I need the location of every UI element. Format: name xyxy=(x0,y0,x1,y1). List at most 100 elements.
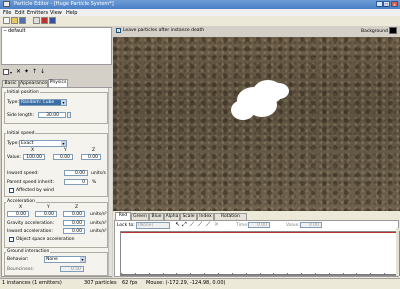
leave-particles-checkbox[interactable]: ✓ xyxy=(116,28,121,33)
graph-tick xyxy=(163,273,164,275)
graph-tick xyxy=(301,273,302,275)
background-color-swatch[interactable] xyxy=(389,27,397,34)
lock-to-select[interactable]: (None) xyxy=(136,222,170,229)
particle-cloud xyxy=(247,93,277,117)
add-point-icon[interactable]: ⤢ xyxy=(182,222,187,228)
inward-accel-input[interactable]: 0.00 xyxy=(63,228,85,234)
speed-x-input[interactable]: 100.00 xyxy=(23,154,45,160)
graph-tab-index[interactable]: Index xyxy=(197,213,214,220)
emitter-icon[interactable] xyxy=(41,17,48,24)
new-file-icon[interactable] xyxy=(3,17,10,24)
minimize-button[interactable]: _ xyxy=(376,1,383,7)
tab-basic[interactable]: Basic xyxy=(2,80,19,87)
particle-viewport[interactable] xyxy=(113,37,400,211)
background-label: Background xyxy=(361,29,388,34)
accel-x-input[interactable]: 0.00 xyxy=(7,211,29,217)
graph-tick xyxy=(384,273,385,275)
graph-tick xyxy=(273,273,274,275)
inward-speed-unit: units/s xyxy=(91,171,106,176)
graph-tick xyxy=(149,273,150,275)
time-input[interactable]: 0.00 xyxy=(248,222,270,228)
speed-axis-z: Z xyxy=(92,148,96,153)
close-button[interactable]: x xyxy=(391,1,398,7)
curve-smooth-icon[interactable]: ⟋ xyxy=(206,222,210,228)
graph-tab-scale[interactable]: Scale xyxy=(180,213,197,220)
accel-z-input[interactable]: 0.00 xyxy=(63,211,85,217)
curve-plot[interactable] xyxy=(120,231,400,276)
affected-by-wind-checkbox[interactable] xyxy=(9,188,14,193)
speed-axis-x: X xyxy=(31,148,35,153)
delete-point-icon[interactable]: ✕ xyxy=(214,222,219,228)
window-title: Particle Editor - [Huge Particle System*… xyxy=(14,1,114,7)
tree-expander-icon[interactable]: − xyxy=(3,28,7,34)
gravity-input[interactable]: 0.00 xyxy=(63,220,85,226)
emitter-tool-icon[interactable]: ✦ xyxy=(24,69,29,75)
graph-tick xyxy=(135,273,136,275)
status-particles: 307 particles xyxy=(84,280,117,286)
side-length-input[interactable]: 30.00 xyxy=(38,112,66,118)
app-icon xyxy=(3,1,10,7)
curve-line xyxy=(121,232,399,233)
accel-axis-y: Y xyxy=(47,205,50,210)
graph-tab-green[interactable]: Green xyxy=(131,213,149,220)
open-folder-icon[interactable] xyxy=(11,17,18,24)
add-emitter-icon[interactable] xyxy=(3,69,9,75)
affected-by-wind-label: Affected by wind xyxy=(16,188,54,193)
graph-scrollbar[interactable] xyxy=(396,228,399,276)
graph-tab-rotation-speed[interactable]: Rotation speed xyxy=(214,213,247,225)
chevron-down-icon[interactable]: ▾ xyxy=(61,141,66,146)
speed-z-input[interactable]: 0.00 xyxy=(81,154,101,160)
object-space-checkbox[interactable] xyxy=(9,237,14,242)
save-icon[interactable] xyxy=(19,17,26,24)
tab-physics[interactable]: Physics xyxy=(48,79,68,87)
maximize-button[interactable]: □ xyxy=(383,1,390,7)
graph-tick xyxy=(232,273,233,275)
accel-unit: units/s² xyxy=(90,212,107,217)
lock-to-label: Lock to: xyxy=(117,223,135,228)
dropdown-arrow-icon[interactable]: ▾ xyxy=(10,70,12,75)
speed-type-select[interactable]: Exact xyxy=(19,140,67,147)
speed-axis-y: Y xyxy=(64,148,67,153)
delete-emitter-icon[interactable]: ✕ xyxy=(16,69,21,75)
curve-linear-icon[interactable]: ⟋ xyxy=(190,222,194,228)
tab-appearance[interactable]: Appearance xyxy=(19,80,48,87)
speed-type-label: Type: xyxy=(7,141,19,146)
bounciness-input[interactable]: 0.50 xyxy=(60,266,84,272)
initial-speed-title: Initial speed xyxy=(6,131,36,136)
curve-step-icon[interactable]: ⟋ xyxy=(198,222,202,228)
gravity-unit: units/s² xyxy=(90,221,107,226)
accel-y-input[interactable]: 0.00 xyxy=(35,211,57,217)
graph-tab-red[interactable]: Red xyxy=(115,212,131,220)
status-mouse: Mouse: (-172.29, -124.98, 0.00) xyxy=(146,280,226,286)
speed-value-label: Value: xyxy=(7,155,21,160)
inward-accel-unit: units/s² xyxy=(90,229,107,234)
position-type-select[interactable]: Random: Cube xyxy=(19,99,67,106)
move-down-icon[interactable]: ↓ xyxy=(40,69,45,75)
move-up-icon[interactable]: ↑ xyxy=(32,69,37,75)
background-icon[interactable] xyxy=(49,17,56,24)
graph-tick xyxy=(370,273,371,275)
graph-tab-blue[interactable]: Blue xyxy=(149,213,164,220)
inward-accel-label: Inward acceleration: xyxy=(7,229,53,234)
position-type-label: Type: xyxy=(7,100,19,105)
parent-inherit-label: Parent speed inherit: xyxy=(7,180,54,185)
object-space-label: Object space acceleration xyxy=(16,237,75,242)
chevron-down-icon[interactable]: ▾ xyxy=(61,100,66,105)
graph-tab-alpha[interactable]: Alpha xyxy=(164,213,180,220)
chevron-down-icon[interactable]: ▾ xyxy=(80,257,85,262)
ground-title: Ground interaction xyxy=(6,249,51,254)
value-input[interactable]: 0.00 xyxy=(300,222,322,228)
value-label: Value: xyxy=(286,223,300,228)
graph-tick xyxy=(287,273,288,275)
side-length-spinner[interactable] xyxy=(67,112,71,118)
graph-tick xyxy=(190,273,191,275)
side-length-label: Side length: xyxy=(7,113,35,118)
grid-icon[interactable] xyxy=(33,17,40,24)
tree-item-default[interactable]: default xyxy=(8,28,26,34)
graph-tick xyxy=(218,273,219,275)
parent-inherit-input[interactable]: 0 xyxy=(64,179,88,185)
panel-scrollbar[interactable] xyxy=(108,88,112,276)
speed-y-input[interactable]: 0.00 xyxy=(53,154,73,160)
select-tool-icon[interactable]: ↖ xyxy=(175,222,180,228)
inward-speed-input[interactable]: 0.00 xyxy=(64,170,88,176)
